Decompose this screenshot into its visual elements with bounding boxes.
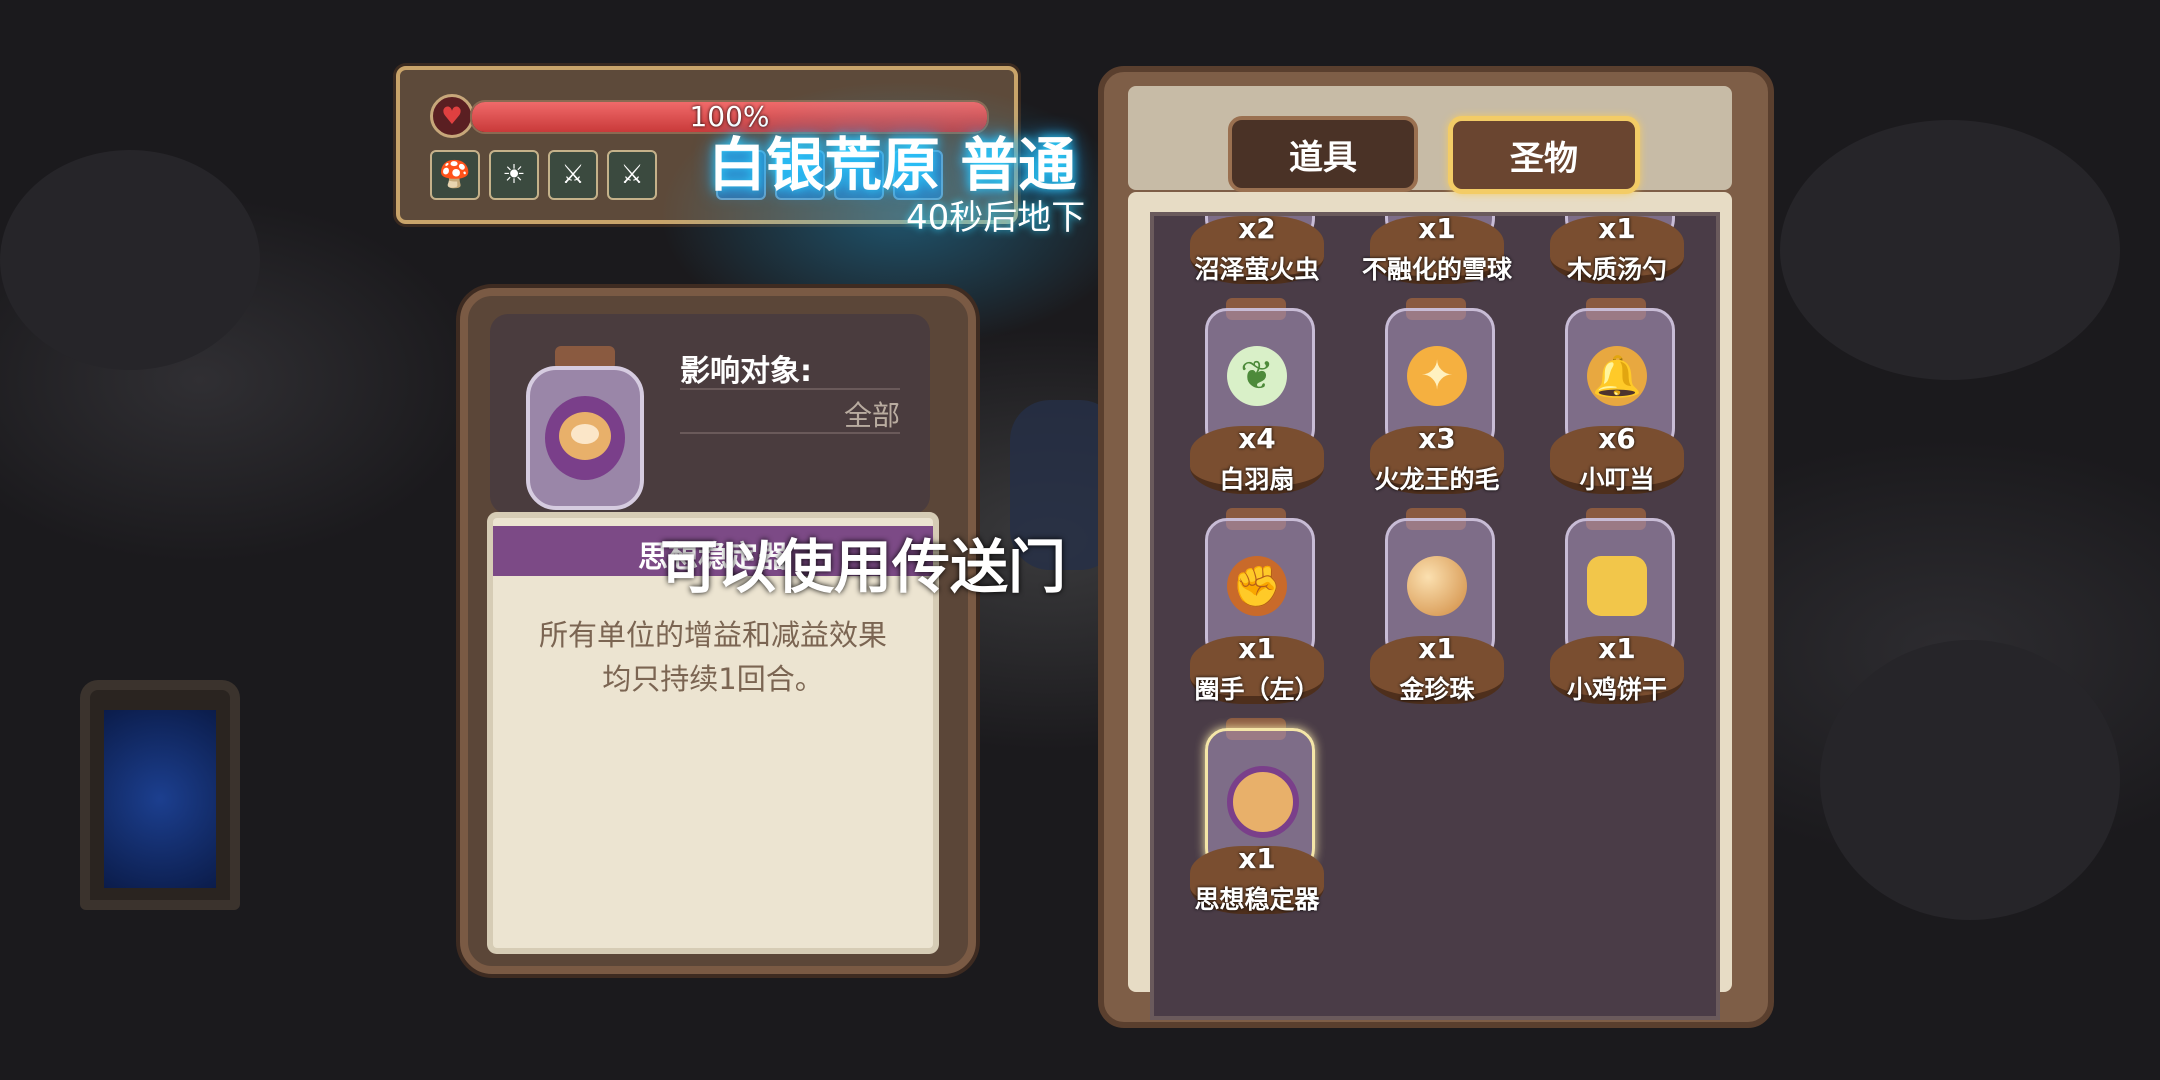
item-count: x1 xyxy=(1418,212,1456,245)
item-count: x1 xyxy=(1418,632,1456,665)
description-line: 所有单位的增益和减益效果 xyxy=(538,618,887,652)
relic-grid: x2 沼泽萤火虫 x1 不融化的雪球 x1 木质汤勺 ❦ x4 白羽扇 ✦ x3… xyxy=(1150,212,1720,1020)
tab-relics[interactable]: 圣物 xyxy=(1448,116,1640,194)
item-count: x6 xyxy=(1598,422,1636,455)
flame-fur-icon: ✦ xyxy=(1407,346,1467,406)
heart-icon: ♥ xyxy=(430,94,474,138)
affect-target-value: 全部 xyxy=(843,399,900,432)
detail-header: 影响对象: 全部 xyxy=(490,314,930,514)
item-count: x4 xyxy=(1238,422,1276,455)
relic-item[interactable]: x2 沼泽萤火虫 xyxy=(1182,212,1332,298)
relic-item[interactable]: ✊ x1 圈手（左） xyxy=(1182,508,1332,718)
item-count: x3 xyxy=(1418,422,1456,455)
relic-item[interactable]: x1 不融化的雪球 xyxy=(1362,212,1512,298)
relic-item[interactable]: 🔔 x6 小叮当 xyxy=(1542,298,1692,508)
cave-rock xyxy=(1780,120,2120,380)
portal[interactable] xyxy=(80,680,240,910)
item-count: x1 xyxy=(1238,842,1276,875)
item-name: 白羽扇 xyxy=(1219,465,1295,494)
relic-item-selected[interactable]: x1 思想稳定器 xyxy=(1182,718,1332,928)
item-name: 小叮当 xyxy=(1579,465,1655,494)
item-count: x1 xyxy=(1598,632,1636,665)
divider xyxy=(680,388,900,390)
item-name: 思想稳定器 xyxy=(1194,885,1320,914)
item-name: 小鸡饼干 xyxy=(1566,675,1667,704)
cave-rock xyxy=(1820,640,2120,920)
item-name: 木质汤勺 xyxy=(1566,255,1667,284)
inventory-header xyxy=(1128,86,1732,190)
relic-item[interactable]: ❦ x4 白羽扇 xyxy=(1182,298,1332,508)
feather-fan-icon: ❦ xyxy=(1227,346,1287,406)
item-count: x1 xyxy=(1598,212,1636,245)
sun-buff-icon[interactable]: ☀ xyxy=(489,150,539,200)
item-name: 火龙王的毛 xyxy=(1374,465,1500,494)
stabilizer-icon xyxy=(1227,766,1299,838)
affect-target-label: 影响对象: xyxy=(680,354,812,389)
mushroom-buff-icon[interactable]: 🍄 xyxy=(430,150,480,200)
portal-toast: 可以使用传送门 xyxy=(660,533,1067,601)
item-count: x2 xyxy=(1238,212,1276,245)
buff-list: 🍄 ☀ ⚔ ⚔ xyxy=(430,150,657,200)
stabilizer-jar-icon xyxy=(526,346,644,510)
biscuit-icon xyxy=(1587,556,1647,616)
description-line: 均只持续1回合。 xyxy=(602,662,824,696)
item-name: 不融化的雪球 xyxy=(1361,255,1512,284)
divider xyxy=(680,432,900,434)
relic-item[interactable]: x1 金珍珠 xyxy=(1362,508,1512,718)
fist-icon: ✊ xyxy=(1227,556,1287,616)
cave-rock xyxy=(0,150,260,370)
item-description: 所有单位的增益和减益效果 均只持续1回合。 xyxy=(513,613,913,701)
relic-item[interactable]: ✦ x3 火龙王的毛 xyxy=(1362,298,1512,508)
item-name: 金珍珠 xyxy=(1399,675,1475,704)
item-name: 沼泽萤火虫 xyxy=(1194,255,1320,284)
item-count: x1 xyxy=(1238,632,1276,665)
sword-buff-icon[interactable]: ⚔ xyxy=(548,150,598,200)
item-detail-panel: 影响对象: 全部 思想稳定器 所有单位的增益和减益效果 均只持续1回合。 xyxy=(460,288,976,974)
relic-item[interactable]: x1 木质汤勺 xyxy=(1542,212,1692,298)
bell-icon: 🔔 xyxy=(1587,346,1647,406)
item-name: 圈手（左） xyxy=(1194,675,1320,704)
pearl-icon xyxy=(1407,556,1467,616)
stage-countdown: 40秒后地下 xyxy=(906,198,1086,238)
relic-item[interactable]: x1 小鸡饼干 xyxy=(1542,508,1692,718)
inventory-panel: 道具 圣物 x2 沼泽萤火虫 x1 不融化的雪球 x1 木质汤勺 ❦ x4 白羽… xyxy=(1098,66,1774,1028)
tab-tools[interactable]: 道具 xyxy=(1228,116,1418,192)
